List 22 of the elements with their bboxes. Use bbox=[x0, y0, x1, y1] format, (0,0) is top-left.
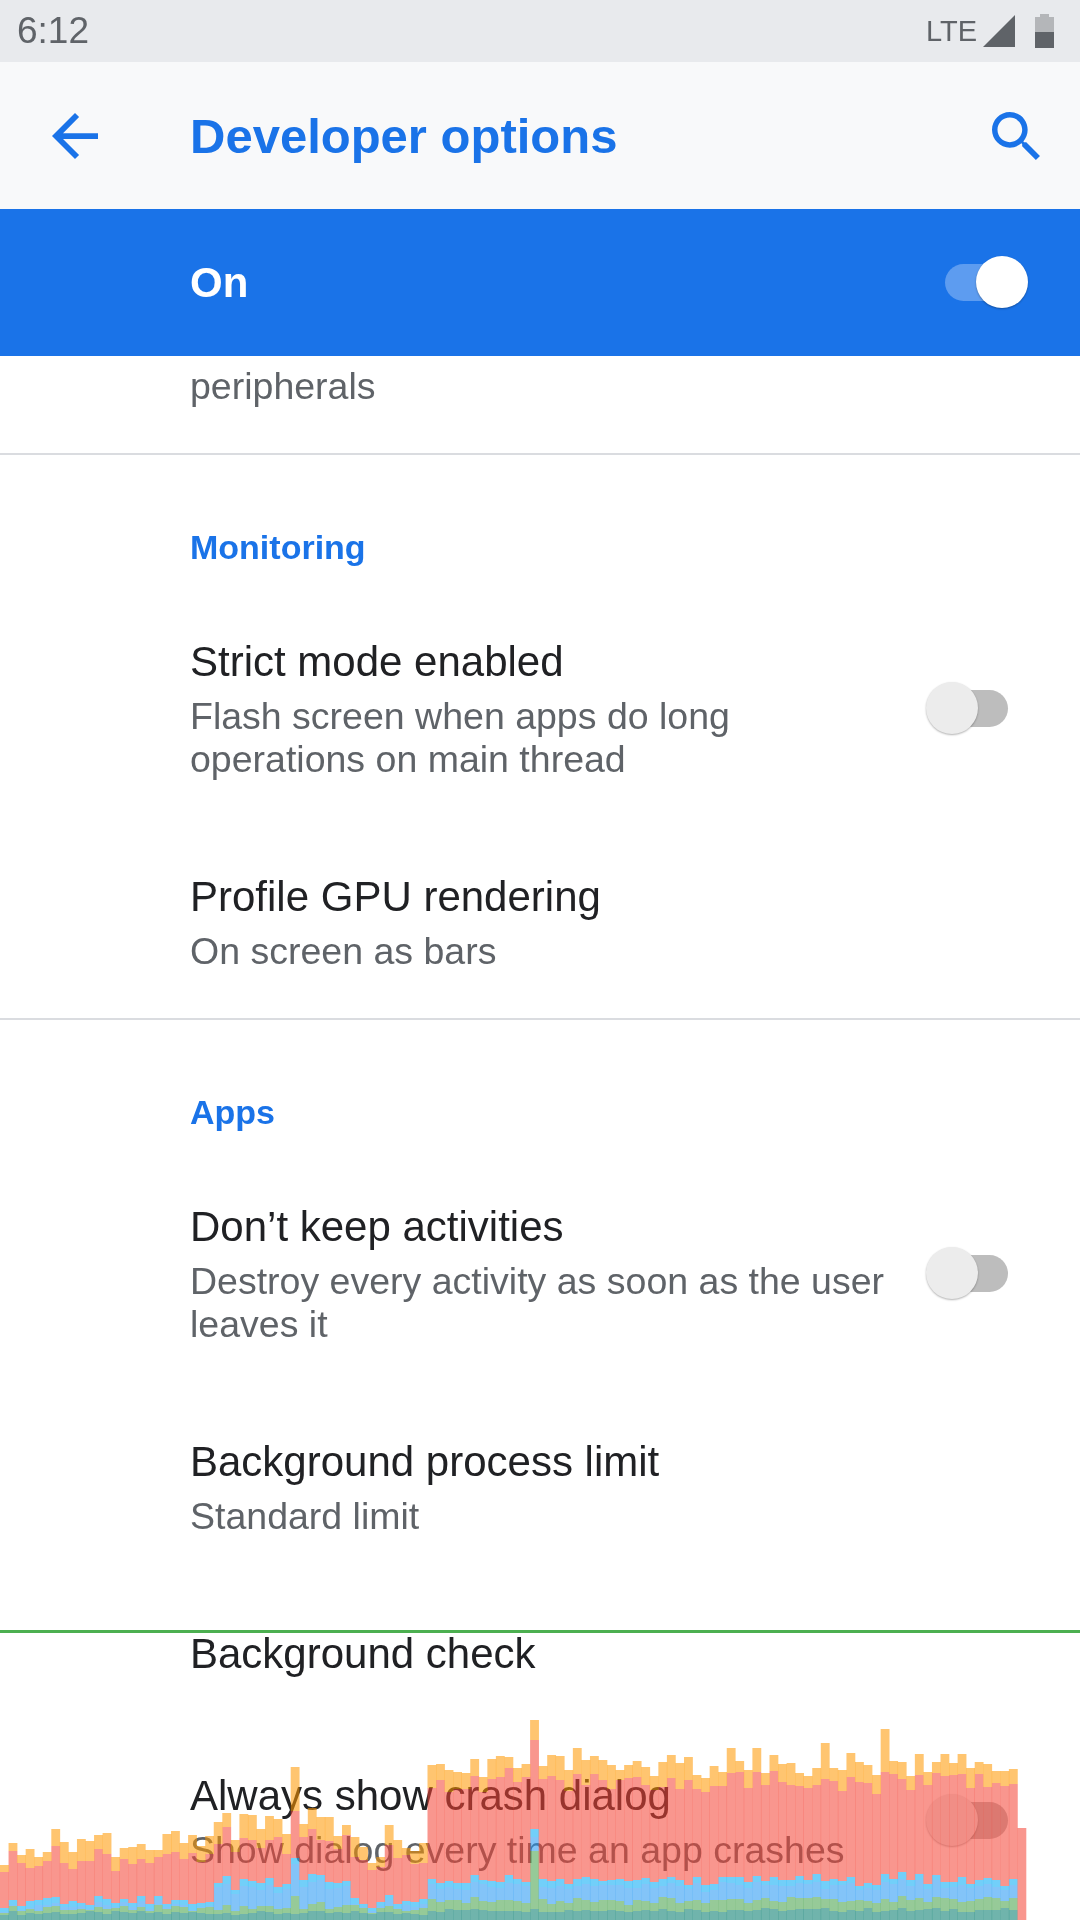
back-arrow-icon bbox=[52, 112, 98, 159]
status-time: 6:12 bbox=[17, 9, 89, 53]
network-type: LTE bbox=[925, 14, 977, 48]
app-bar-title: Developer options bbox=[190, 107, 618, 165]
search-button[interactable] bbox=[992, 111, 1040, 160]
back-button[interactable] bbox=[52, 112, 98, 159]
setting-title[interactable]: Don’t keep activities bbox=[190, 1201, 564, 1253]
section-header: Monitoring bbox=[190, 527, 366, 568]
setting-summary: Flash screen when apps do long operations on main thread bbox=[190, 695, 731, 781]
setting-title[interactable]: Profile GPU rendering bbox=[190, 871, 601, 923]
setting-title[interactable]: Background process limit bbox=[190, 1436, 660, 1488]
setting-summary: Standard limit bbox=[190, 1495, 420, 1538]
setting-title[interactable]: Background check bbox=[190, 1628, 536, 1680]
master-switch-label: On bbox=[190, 257, 249, 308]
battery-icon bbox=[1035, 14, 1054, 48]
setting-summary: peripherals bbox=[190, 365, 376, 408]
search-icon bbox=[992, 111, 1040, 160]
setting-title[interactable]: Strict mode enabled bbox=[190, 636, 564, 688]
section-header: Apps bbox=[190, 1092, 275, 1133]
signal-icon bbox=[983, 15, 1015, 47]
setting-summary: Destroy every activity as soon as the user leaves it bbox=[190, 1260, 886, 1346]
setting-summary: On screen as bars bbox=[190, 930, 497, 973]
